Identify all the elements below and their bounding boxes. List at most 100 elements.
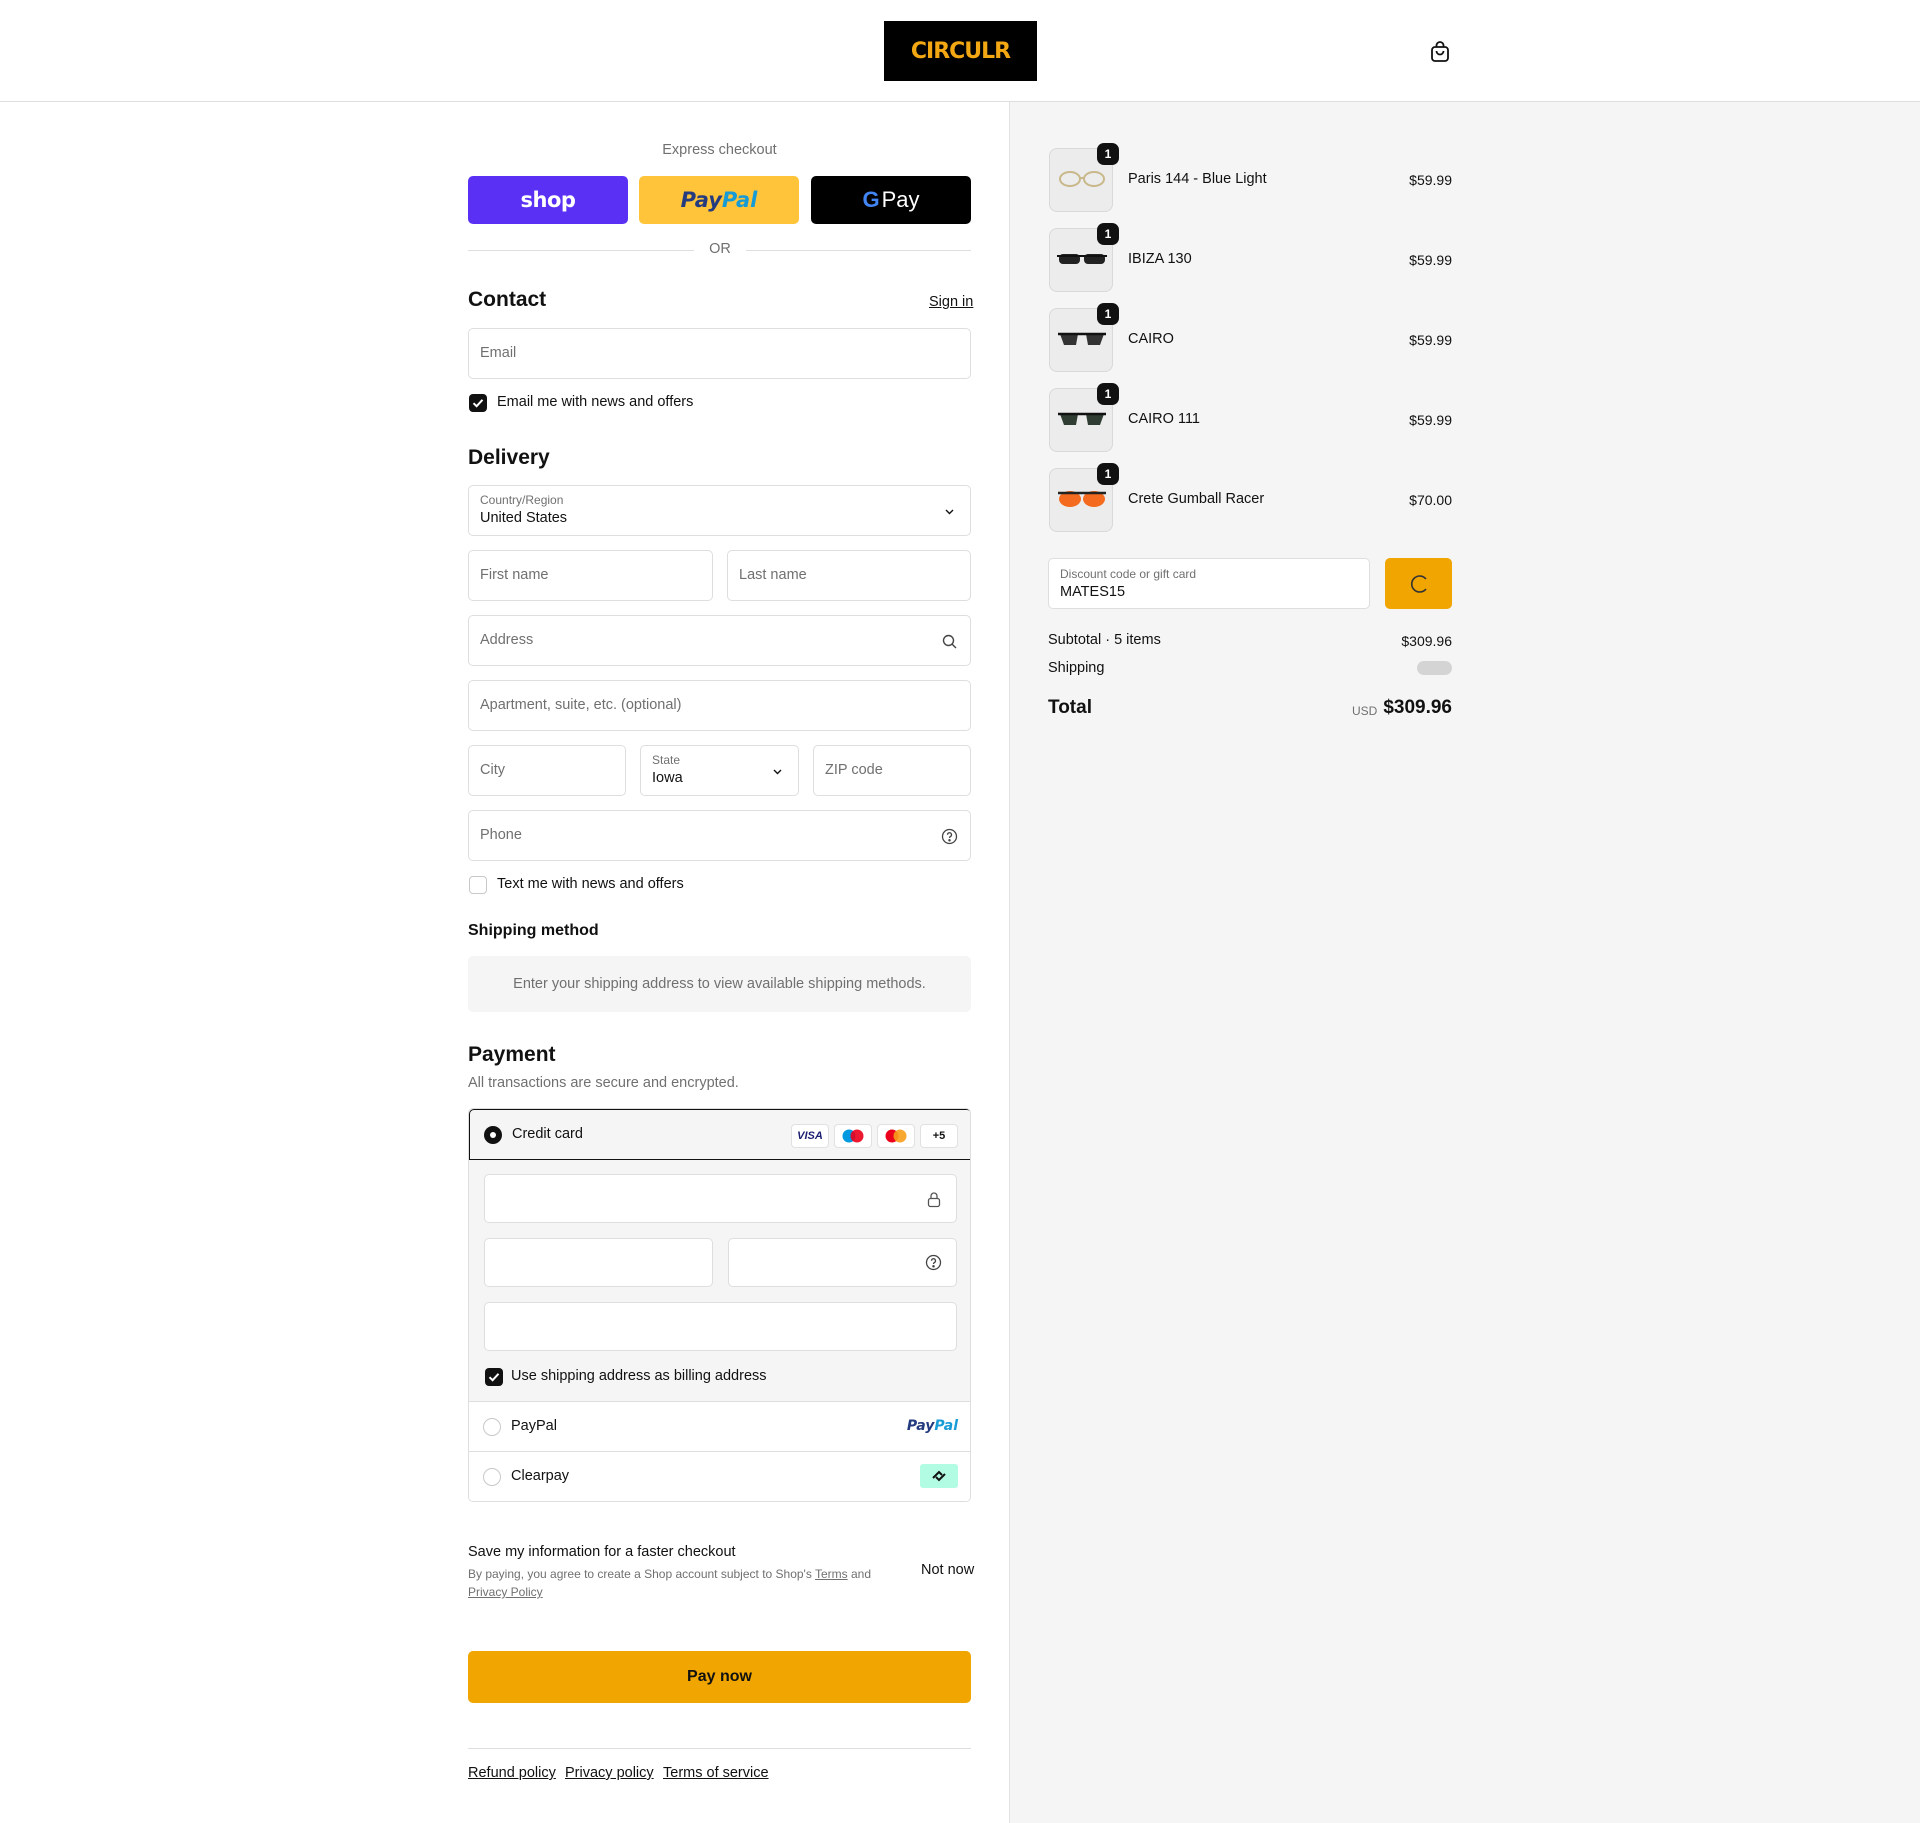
discount-code-field[interactable]: Discount code or gift card MATES15 [1048,558,1370,609]
credit-card-radio[interactable] [484,1126,502,1144]
expiration-field[interactable] [484,1238,713,1287]
sunglasses-icon [1058,332,1106,345]
save-info-and: and [851,1567,872,1581]
header: CIRCULR [0,0,1920,102]
save-info-disclaimer: By paying, you agree to create a Shop ac… [468,1565,878,1601]
refund-policy-link[interactable]: Refund policy [468,1765,556,1781]
google-pay-button[interactable]: G Pay [811,176,971,224]
quantity-badge: 1 [1097,383,1119,405]
item-name: CAIRO 111 [1128,411,1200,427]
state-value: Iowa [652,770,683,786]
or-text: OR [694,241,746,257]
pay-now-button[interactable]: Pay now [468,1651,971,1703]
phone-placeholder: Phone [480,827,522,843]
shop-terms-link[interactable]: Terms [815,1567,848,1581]
chevron-down-icon [773,769,782,775]
paypal-option[interactable]: PayPal PayPal [469,1402,970,1452]
shop-pay-button[interactable]: shop [468,176,628,224]
item-price: $59.99 [1409,252,1452,268]
clearpay-label: Clearpay [511,1468,570,1484]
help-circle-icon[interactable] [925,1254,942,1271]
subtotal-label: Subtotal · 5 items [1048,632,1161,648]
help-circle-icon[interactable] [941,828,958,845]
zip-placeholder: ZIP code [825,762,883,778]
google-pay-label: Pay [881,187,920,212]
apartment-placeholder: Apartment, suite, etc. (optional) [480,697,682,713]
email-field[interactable]: Email [468,328,971,379]
paypal-logo-icon-pay: Pay [906,1418,935,1434]
quantity-badge: 1 [1097,303,1119,325]
paypal-label: PayPal [511,1418,557,1434]
address-placeholder: Address [480,632,534,648]
security-code-field[interactable] [728,1238,957,1287]
item-price: $59.99 [1409,412,1452,428]
orange-sunglasses-icon [1058,491,1106,507]
apartment-field[interactable]: Apartment, suite, etc. (optional) [468,680,971,731]
zip-field[interactable]: ZIP code [813,745,971,796]
privacy-policy-link[interactable]: Privacy policy [565,1765,654,1781]
store-logo[interactable]: CIRCULR [884,21,1037,81]
city-field[interactable]: City [468,745,626,796]
country-select[interactable]: Country/Region United States [468,485,971,536]
shopping-bag-icon[interactable] [1428,40,1452,64]
last-name-field[interactable]: Last name [727,550,971,601]
payment-heading: Payment [468,1043,556,1066]
more-cards-badge: +5 [920,1124,958,1148]
clearpay-option[interactable]: Clearpay [469,1452,970,1501]
search-icon [942,634,957,649]
quantity-badge: 1 [1097,463,1119,485]
shipping-loading-placeholder [1417,661,1452,675]
credit-card-option[interactable]: Credit card VISA +5 [469,1109,970,1160]
apply-discount-button[interactable] [1385,558,1452,609]
quantity-badge: 1 [1097,143,1119,165]
credit-card-form: Use shipping address as billing address [469,1160,970,1402]
terms-of-service-link[interactable]: Terms of service [663,1765,769,1781]
chevron-down-icon [945,509,954,515]
discount-label: Discount code or gift card [1060,567,1197,581]
paypal-logo-icon-pal: Pal [934,1418,958,1434]
express-checkout-title: Express checkout [662,142,777,158]
first-name-field[interactable]: First name [468,550,713,601]
currency-code: USD [1352,704,1378,718]
item-price: $59.99 [1409,332,1452,348]
text-news-checkbox[interactable] [469,876,487,894]
country-label: Country/Region [480,493,564,507]
check-icon [472,399,484,408]
item-price: $59.99 [1409,172,1452,188]
discount-value: MATES15 [1060,584,1126,600]
shipping-label: Shipping [1048,660,1105,676]
visa-icon: VISA [791,1124,829,1148]
paypal-logo-pay: Pay [680,188,722,212]
shop-privacy-link[interactable]: Privacy Policy [468,1585,543,1599]
paypal-radio[interactable] [483,1418,501,1436]
credit-card-label: Credit card [512,1126,583,1142]
last-name-placeholder: Last name [739,567,807,583]
paypal-express-button[interactable]: Pay Pal [639,176,799,224]
sign-in-link[interactable]: Sign in [929,294,973,310]
item-name: Crete Gumball Racer [1128,491,1265,507]
phone-field[interactable]: Phone [468,810,971,861]
visa-icon-text: VISA [797,1130,823,1142]
item-name: CAIRO [1128,331,1174,347]
shipping-method-heading: Shipping method [468,922,599,939]
clearpay-arrows-icon [932,1470,946,1482]
address-field[interactable]: Address [468,615,971,666]
email-news-checkbox[interactable] [469,394,487,412]
billing-same-checkbox[interactable] [485,1368,503,1386]
paypal-logo-icon: PayPal [907,1418,958,1434]
state-label: State [652,753,681,767]
email-placeholder: Email [480,345,517,361]
card-number-field[interactable] [484,1174,957,1223]
clearpay-radio[interactable] [483,1468,501,1486]
billing-same-label: Use shipping address as billing address [511,1368,767,1384]
total-label: Total [1048,697,1092,718]
total-value: $309.96 [1383,697,1452,718]
save-info-text: By paying, you agree to create a Shop ac… [468,1567,812,1581]
not-now-button[interactable]: Not now [921,1562,974,1578]
item-price: $70.00 [1409,492,1452,508]
shop-pay-label: shop [520,188,576,212]
name-on-card-field[interactable] [484,1302,957,1351]
shipping-method-notice: Enter your shipping address to view avai… [468,956,971,1012]
state-select[interactable]: State Iowa [640,745,799,796]
more-cards-text: +5 [932,1130,946,1142]
